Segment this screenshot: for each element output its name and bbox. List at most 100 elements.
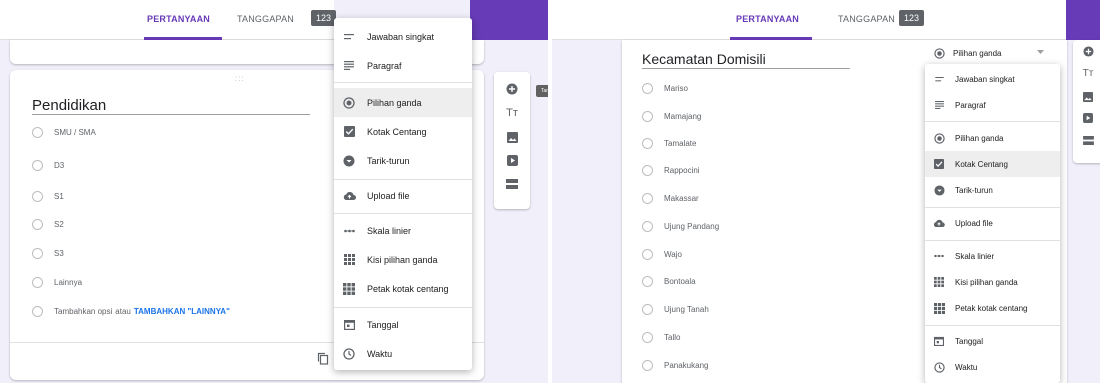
list-item[interactable]: D3	[32, 160, 64, 171]
menu-item-linear-scale[interactable]: Skala linier	[925, 243, 1060, 269]
question-title-underline	[642, 68, 850, 69]
list-item[interactable]: Wajo	[642, 249, 682, 260]
clock-icon	[933, 361, 945, 373]
radio-icon	[32, 248, 43, 259]
paragraph-icon	[933, 101, 945, 109]
radio-icon	[642, 276, 653, 287]
list-item[interactable]: Bontoala	[642, 276, 696, 287]
add-option-text[interactable]: Tambahkan opsi	[54, 307, 112, 316]
duplicate-icon[interactable]	[317, 352, 329, 365]
add-question-icon[interactable]	[494, 83, 530, 95]
add-option-row[interactable]: Tambahkan opsi atau TAMBAHKAN "LAINNYA"	[32, 306, 230, 317]
list-item[interactable]: Tallo	[642, 332, 680, 343]
grid-icon	[342, 254, 356, 265]
question-title[interactable]: Pendidikan	[32, 97, 106, 114]
radio-icon	[642, 304, 653, 315]
list-item[interactable]: Ujung Pandang	[642, 221, 719, 232]
tab-questions[interactable]: PERTANYAAN	[736, 14, 799, 24]
menu-item-short-answer[interactable]: Jawaban singkat	[334, 22, 472, 51]
menu-item-time[interactable]: Waktu	[334, 339, 472, 368]
list-item[interactable]: S3	[32, 248, 64, 259]
right-form-editor: PERTANYAAN TANGGAPAN 123 Kecamatan Domis…	[552, 0, 1100, 383]
list-item[interactable]: Ujung Tanah	[642, 304, 709, 315]
add-title-icon[interactable]: Tт	[494, 107, 530, 119]
menu-item-multiple-choice-grid[interactable]: Kisi pilihan ganda	[334, 245, 472, 274]
tab-responses[interactable]: TANGGAPAN	[838, 14, 895, 24]
radio-icon	[642, 165, 653, 176]
menu-item-dropdown[interactable]: Tarik-turun	[925, 177, 1060, 203]
add-image-icon[interactable]	[494, 132, 530, 143]
menu-divider	[334, 307, 472, 308]
menu-item-upload-file[interactable]: Upload file	[925, 210, 1060, 236]
menu-item-date[interactable]: Tanggal	[925, 328, 1060, 354]
list-item[interactable]: Makassar	[642, 193, 699, 204]
add-section-icon[interactable]	[494, 179, 530, 189]
add-section-icon[interactable]	[1073, 136, 1100, 145]
dropdown-icon	[933, 184, 945, 196]
menu-item-checkboxes[interactable]: Kotak Centang	[334, 117, 472, 146]
radio-icon	[642, 249, 653, 260]
tab-questions[interactable]: PERTANYAAN	[147, 14, 210, 24]
menu-item-linear-scale[interactable]: Skala linier	[334, 216, 472, 245]
calendar-icon	[933, 336, 945, 346]
question-title[interactable]: Kecamatan Domisili	[642, 51, 766, 67]
side-toolbar: Tт	[494, 72, 530, 209]
menu-divider	[334, 213, 472, 214]
radio-icon	[642, 332, 653, 343]
add-question-tooltip: Tambahkan pertanyaan	[536, 85, 548, 97]
add-video-icon[interactable]	[494, 155, 530, 166]
form-header-bar	[552, 0, 1067, 40]
radio-button-icon	[933, 48, 945, 59]
drag-handle-icon[interactable]: :::	[235, 74, 245, 83]
add-video-icon[interactable]	[1073, 113, 1100, 123]
menu-item-checkboxes[interactable]: Kotak Centang	[925, 151, 1060, 177]
menu-item-upload-file[interactable]: Upload file	[334, 181, 472, 210]
radio-icon	[642, 360, 653, 371]
question-type-menu: Jawaban singkat Paragraf Pilihan ganda K…	[925, 64, 1060, 383]
list-item[interactable]: Lainnya	[32, 277, 82, 288]
list-item[interactable]: SMU / SMA	[32, 127, 96, 138]
menu-item-time[interactable]: Waktu	[925, 354, 1060, 380]
list-item[interactable]: Tamalate	[642, 138, 696, 149]
menu-item-checkbox-grid[interactable]: Petak kotak centang	[925, 295, 1060, 321]
radio-icon	[32, 160, 43, 171]
menu-divider	[334, 179, 472, 180]
menu-item-paragraph[interactable]: Paragraf	[334, 51, 472, 80]
menu-item-checkbox-grid[interactable]: Petak kotak centang	[334, 274, 472, 303]
list-item[interactable]: Mamajang	[642, 111, 701, 122]
menu-item-multiple-choice[interactable]: Pilihan ganda	[925, 125, 1060, 151]
dropdown-icon	[342, 155, 356, 167]
menu-item-paragraph[interactable]: Paragraf	[925, 92, 1060, 118]
menu-item-date[interactable]: Tanggal	[334, 310, 472, 339]
checkbox-icon	[342, 126, 356, 137]
add-image-icon[interactable]	[1073, 92, 1100, 102]
menu-item-multiple-choice-grid[interactable]: Kisi pilihan ganda	[925, 269, 1060, 295]
add-question-icon[interactable]	[1073, 46, 1100, 57]
add-title-icon[interactable]: Tт	[1073, 68, 1100, 79]
tab-responses[interactable]: TANGGAPAN	[237, 14, 294, 24]
menu-divider	[925, 121, 1060, 122]
menu-item-multiple-choice[interactable]: Pilihan ganda	[334, 88, 472, 117]
list-item[interactable]: Rappocini	[642, 165, 700, 176]
menu-divider	[925, 325, 1060, 326]
list-item[interactable]: S2	[32, 219, 64, 230]
list-item[interactable]: S1	[32, 191, 64, 202]
paragraph-icon	[342, 61, 356, 70]
radio-button-icon	[933, 132, 945, 144]
radio-icon	[32, 219, 43, 230]
question-type-select-label: Pilihan ganda	[953, 49, 1002, 58]
menu-divider	[925, 207, 1060, 208]
add-other-link[interactable]: TAMBAHKAN "LAINNYA"	[134, 307, 230, 316]
chevron-down-icon	[1037, 50, 1044, 54]
short-answer-icon	[342, 33, 356, 40]
question-type-select[interactable]: Pilihan ganda	[925, 43, 1060, 64]
form-theme-strip	[470, 0, 548, 40]
checkbox-icon	[933, 159, 945, 169]
checkbox-grid-icon	[933, 302, 945, 314]
cloud-upload-icon	[933, 219, 945, 227]
list-item[interactable]: Mariso	[642, 83, 688, 94]
menu-item-short-answer[interactable]: Jawaban singkat	[925, 66, 1060, 92]
menu-item-dropdown[interactable]: Tarik-turun	[334, 146, 472, 175]
list-item[interactable]: Panakukang	[642, 360, 708, 371]
response-count-badge: 123	[311, 10, 337, 26]
